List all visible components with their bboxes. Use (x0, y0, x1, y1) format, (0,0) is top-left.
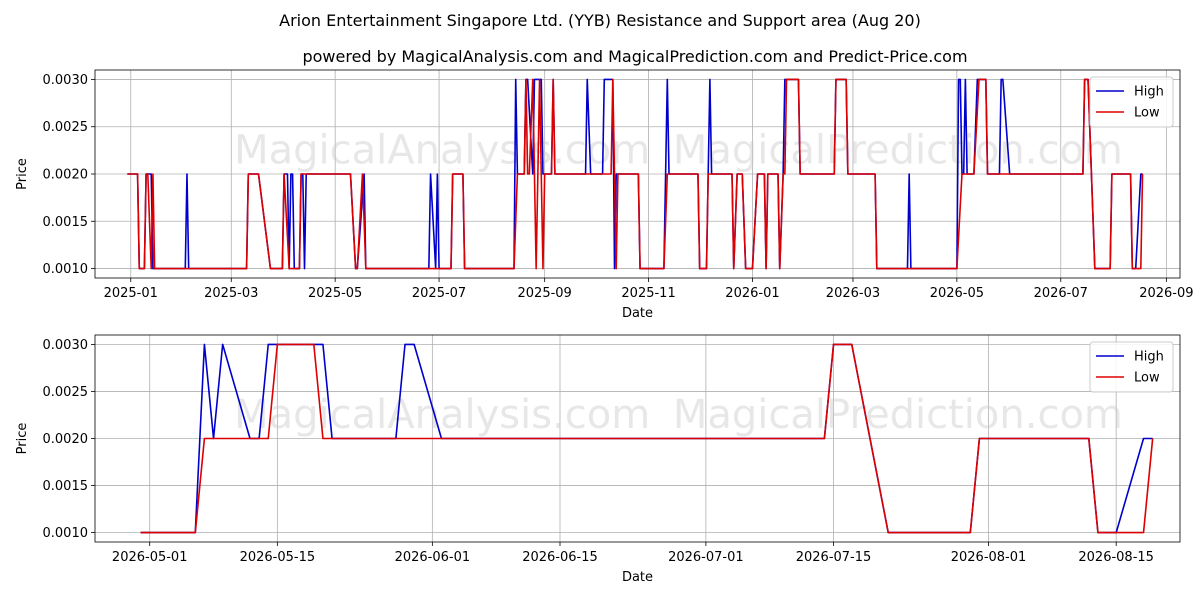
watermark-magicalprediction: MagicalPrediction.com (673, 392, 1123, 438)
x-tick-label: 2026-05-01 (112, 550, 188, 565)
x-tick-label: 2026-05 (930, 286, 984, 301)
y-tick-label: 0.0010 (43, 526, 89, 541)
legend: High Low (1089, 76, 1174, 128)
x-tick-label: 2026-07-01 (668, 550, 744, 565)
watermark-magicalanalysis: MagicalAnalysis.com (234, 128, 650, 174)
figure-title: Arion Entertainment Singapore Ltd. (YYB)… (279, 11, 921, 30)
figure-canvas: Arion Entertainment Singapore Ltd. (YYB)… (0, 0, 1200, 600)
y-tick-label: 0.0015 (43, 215, 89, 230)
legend-label-low: Low (1134, 106, 1160, 121)
watermark-magicalanalysis: MagicalAnalysis.com (234, 392, 650, 438)
x-tick-label: 2026-08-15 (1078, 550, 1154, 565)
x-tick-label: 2025-11 (621, 286, 675, 301)
y-tick-label: 0.0025 (43, 120, 89, 135)
x-axis-label: Date (622, 306, 653, 321)
x-tick-label: 2026-06-15 (522, 550, 598, 565)
watermark-magicalprediction: MagicalPrediction.com (673, 128, 1123, 174)
y-tick-label: 0.0025 (43, 385, 89, 400)
x-tick-label: 2026-09 (1139, 286, 1193, 301)
x-tick-label: 2025-09 (518, 286, 572, 301)
x-tick-label: 2026-07 (1034, 286, 1088, 301)
legend-label-high: High (1134, 350, 1164, 365)
legend-label-high: High (1134, 85, 1164, 100)
x-tick-label: 2026-05-15 (240, 550, 316, 565)
x-tick-label: 2025-05 (308, 286, 362, 301)
y-tick-label: 0.0020 (43, 432, 89, 447)
y-axis-label: Price (15, 423, 30, 455)
x-tick-label: 2026-01 (725, 286, 779, 301)
x-tick-label: 2026-03 (826, 286, 880, 301)
y-tick-label: 0.0020 (43, 168, 89, 183)
legend: High Low (1089, 341, 1174, 393)
y-tick-label: 0.0030 (43, 338, 89, 353)
x-tick-label: 2026-07-15 (796, 550, 872, 565)
y-axis-label: Price (15, 158, 30, 190)
y-tick-label: 0.0030 (43, 73, 89, 88)
y-tick-label: 0.0015 (43, 479, 89, 494)
figure-subtitle: powered by MagicalAnalysis.com and Magic… (302, 47, 967, 66)
x-tick-label: 2025-01 (104, 286, 158, 301)
y-tick-label: 0.0010 (43, 262, 89, 277)
x-axis-label: Date (622, 570, 653, 585)
x-tick-label: 2025-03 (204, 286, 258, 301)
legend-label-low: Low (1134, 371, 1160, 386)
x-tick-label: 2026-08-01 (951, 550, 1027, 565)
x-tick-label: 2025-07 (412, 286, 466, 301)
x-tick-label: 2026-06-01 (395, 550, 471, 565)
